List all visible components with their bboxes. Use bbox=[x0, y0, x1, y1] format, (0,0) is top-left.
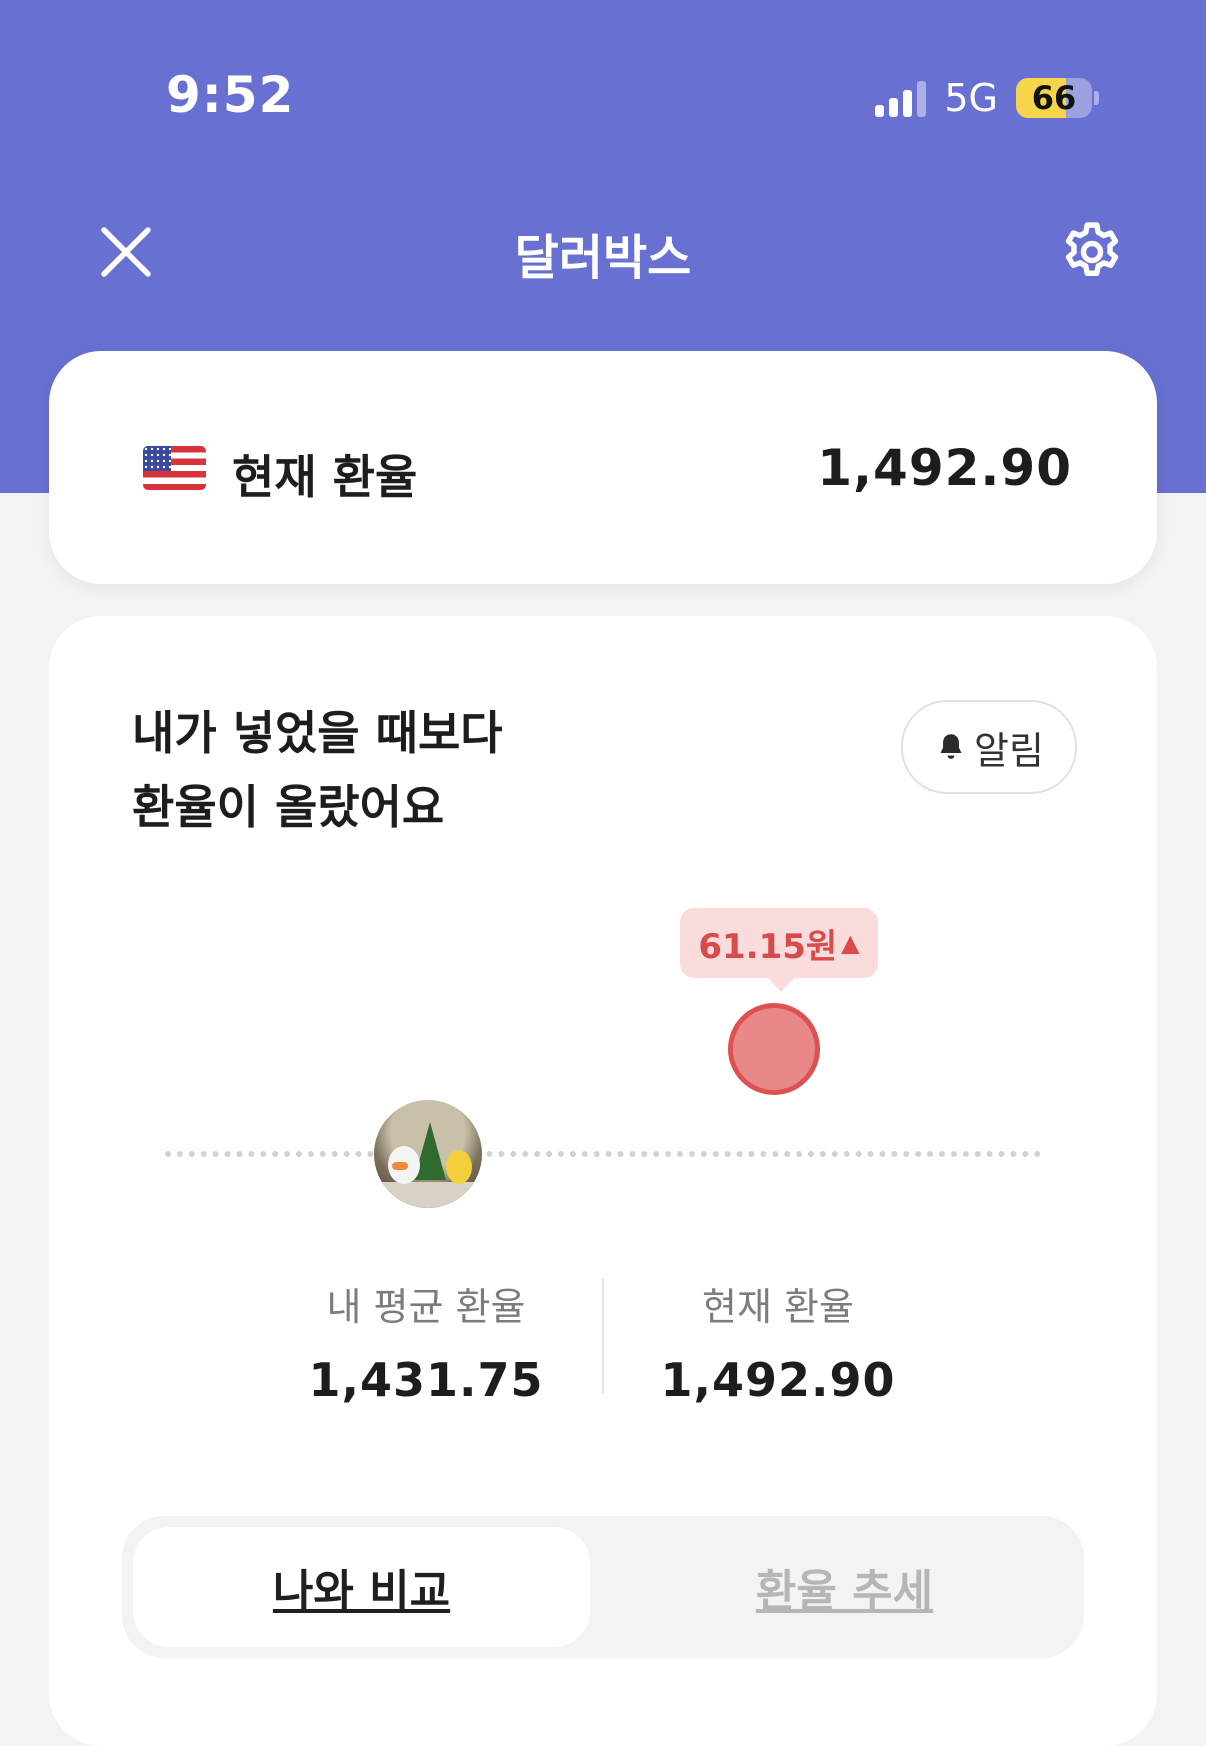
arrow-up-icon: ▲ bbox=[841, 929, 860, 957]
bell-icon bbox=[940, 734, 962, 759]
status-icons: 5G 66 bbox=[875, 76, 1099, 120]
status-time: 9:52 bbox=[166, 66, 295, 124]
headline: 내가 넣었을 때보다 환율이 올랐어요 bbox=[132, 696, 503, 844]
difference-value: 61.15원 bbox=[698, 926, 838, 967]
current-rate-marker bbox=[728, 1003, 820, 1095]
compare-card: 내가 넣었을 때보다 환율이 올랐어요 알림 61.15원 ▲ 내 평균 환율 … bbox=[49, 616, 1157, 1746]
headline-line1: 내가 넣었을 때보다 bbox=[132, 706, 503, 760]
battery-percent: 66 bbox=[1031, 79, 1077, 117]
view-toggle: 나와 비교 환율 추세 bbox=[122, 1516, 1084, 1658]
difference-badge: 61.15원 ▲ bbox=[680, 908, 878, 992]
network-type: 5G bbox=[944, 76, 998, 120]
current-rate-stat-value: 1,492.90 bbox=[660, 1353, 896, 1407]
avatar bbox=[374, 1100, 482, 1208]
my-average-label: 내 평균 환율 bbox=[326, 1285, 526, 1329]
baseline-dotted-line bbox=[165, 1151, 1041, 1157]
battery-nub bbox=[1094, 91, 1099, 105]
page-title: 달러박스 bbox=[514, 230, 692, 286]
headline-line2: 환율이 올랐어요 bbox=[132, 780, 445, 834]
current-rate-stat-label: 현재 환율 bbox=[702, 1285, 854, 1329]
tab-compare-with-me[interactable]: 나와 비교 bbox=[133, 1527, 590, 1647]
stat-divider bbox=[602, 1279, 604, 1393]
tab-rate-trend[interactable]: 환율 추세 bbox=[616, 1527, 1073, 1647]
current-rate-label: 현재 환율 bbox=[232, 450, 418, 504]
current-rate-value: 1,492.90 bbox=[817, 439, 1072, 497]
signal-icon bbox=[875, 79, 927, 117]
my-average-rate: 내 평균 환율 1,431.75 bbox=[266, 1276, 586, 1407]
my-average-value: 1,431.75 bbox=[308, 1353, 544, 1407]
alarm-button[interactable]: 알림 bbox=[901, 700, 1077, 794]
current-rate-card[interactable]: 현재 환율 1,492.90 bbox=[49, 351, 1157, 584]
current-rate-stat: 현재 환율 1,492.90 bbox=[618, 1276, 938, 1407]
us-flag-icon bbox=[143, 446, 206, 490]
alarm-label: 알림 bbox=[974, 728, 1044, 773]
battery-icon: 66 bbox=[1016, 78, 1092, 118]
gear-icon[interactable] bbox=[1058, 218, 1126, 286]
